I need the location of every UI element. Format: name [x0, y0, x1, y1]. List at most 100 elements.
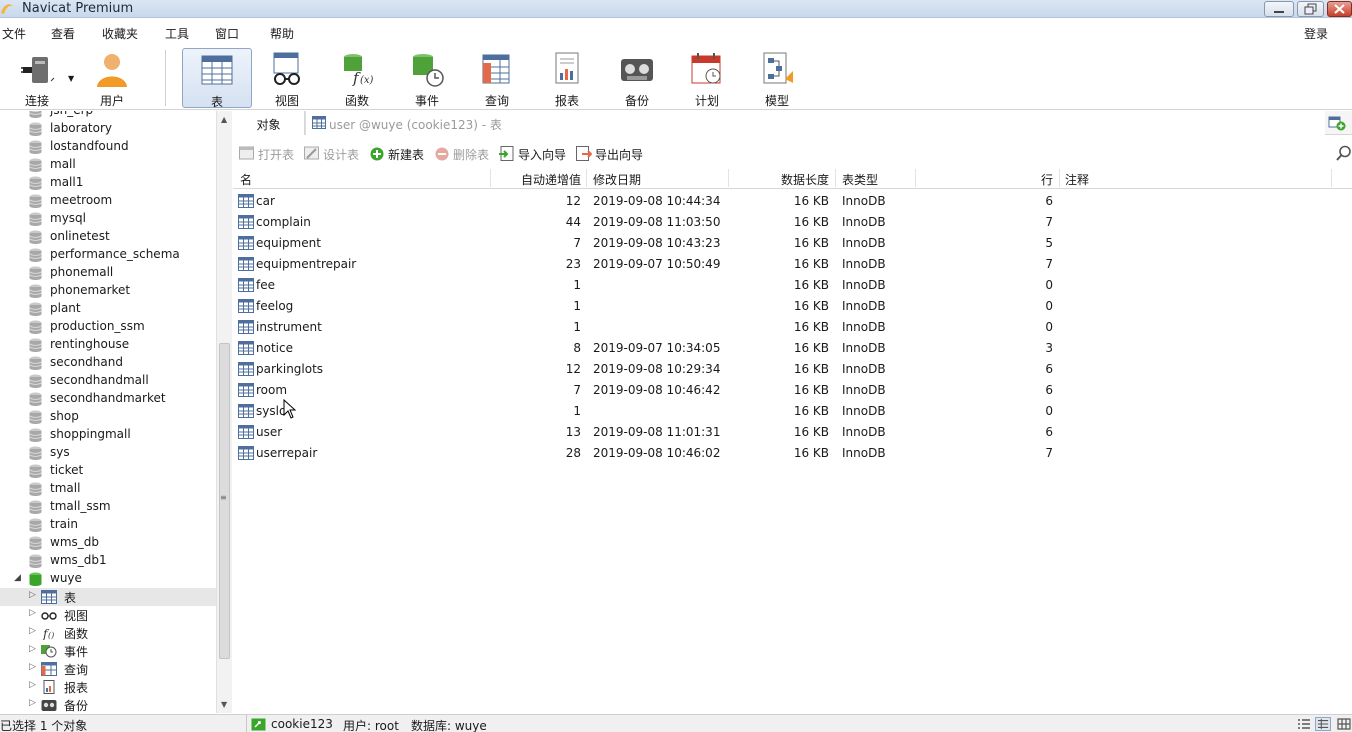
expand-arrow-icon[interactable]: ▷ — [29, 626, 36, 636]
column-divider[interactable] — [490, 169, 491, 187]
table-row[interactable]: complain 44 2019-09-08 11:03:50 16 KB InnoDB… — [233, 212, 1352, 233]
menu-tools[interactable]: 工具 — [165, 25, 189, 42]
table-row[interactable]: equipmentrepair 23 2019-09-07 10:50:49 16 K… — [233, 254, 1352, 275]
scroll-up-icon[interactable]: ▲ — [221, 115, 227, 124]
tab-current-table[interactable]: user @wuye (cookie123) - 表 — [305, 111, 1325, 135]
database-item[interactable]: laboratory — [0, 120, 216, 138]
tree-tables-node[interactable]: ▷ 表 — [0, 588, 216, 606]
column-divider[interactable] — [728, 169, 729, 187]
import-wizard-button[interactable]: 导入向导 — [499, 144, 571, 164]
views-button[interactable]: 视图 — [252, 48, 322, 108]
database-item[interactable]: secondhandmall — [0, 372, 216, 390]
backup-button[interactable]: 备份 — [602, 48, 672, 108]
expand-arrow-icon[interactable]: ▷ — [29, 608, 36, 618]
expand-arrow-icon[interactable]: ▷ — [29, 644, 36, 654]
database-item[interactable]: tmall — [0, 480, 216, 498]
tables-button[interactable]: 表 — [182, 48, 252, 109]
functions-button[interactable]: f (x) 函数 — [322, 48, 392, 108]
column-header-table-type[interactable]: 表类型 — [842, 171, 878, 188]
dropdown-arrow-icon[interactable]: ▼ — [68, 74, 74, 83]
scroll-down-icon[interactable]: ▼ — [221, 700, 227, 709]
design-table-button[interactable]: 设计表 — [304, 144, 366, 164]
database-item[interactable]: ticket — [0, 462, 216, 480]
expand-arrow-icon[interactable]: ▷ — [29, 680, 36, 690]
menu-view[interactable]: 查看 — [51, 25, 75, 42]
database-item[interactable]: train — [0, 516, 216, 534]
menu-help[interactable]: 帮助 — [270, 25, 294, 42]
collapse-arrow-icon[interactable]: ◢ — [14, 573, 21, 583]
column-header-data-length[interactable]: 数据长度 — [733, 171, 829, 188]
database-item[interactable]: plant — [0, 300, 216, 318]
database-item-open[interactable]: ◢ wuye — [0, 570, 216, 588]
column-divider[interactable] — [1331, 169, 1332, 187]
expand-arrow-icon[interactable]: ▷ — [29, 698, 36, 708]
tree-queries-node[interactable]: ▷ 查询 — [0, 660, 216, 678]
queries-button[interactable]: 查询 — [462, 48, 532, 108]
database-item[interactable]: wms_db1 — [0, 552, 216, 570]
tree-events-node[interactable]: ▷ 事件 — [0, 642, 216, 660]
export-wizard-button[interactable]: 导出向导 — [576, 144, 648, 164]
tab-objects[interactable]: 对象 — [233, 111, 305, 135]
events-button[interactable]: 事件 — [392, 48, 462, 108]
table-row[interactable]: parkinglots 12 2019-09-08 10:29:34 16 KB Inn… — [233, 359, 1352, 380]
database-item[interactable]: mall1 — [0, 174, 216, 192]
column-divider[interactable] — [586, 169, 587, 187]
column-header-rows[interactable]: 行 — [933, 171, 1053, 188]
reports-button[interactable]: 报表 — [532, 48, 602, 108]
table-row[interactable]: user 13 2019-09-08 11:01:31 16 KB InnoDB 6 — [233, 422, 1352, 443]
database-item[interactable]: meetroom — [0, 192, 216, 210]
restore-button[interactable] — [1297, 1, 1324, 17]
table-row[interactable]: feelog 1 16 KB InnoDB 0 — [233, 296, 1352, 317]
login-link[interactable]: 登录 — [1304, 25, 1328, 42]
table-row[interactable]: userrepair 28 2019-09-08 10:46:02 16 KB Inno… — [233, 443, 1352, 464]
database-item[interactable]: mysql — [0, 210, 216, 228]
tree-functions-node[interactable]: ▷ f () 函数 — [0, 624, 216, 642]
column-header-name[interactable]: 名 — [240, 171, 252, 188]
database-item[interactable]: mall — [0, 156, 216, 174]
new-tab-icon[interactable] — [1328, 115, 1346, 131]
database-item[interactable]: phonemall — [0, 264, 216, 282]
expand-arrow-icon[interactable]: ▷ — [29, 662, 36, 672]
menu-file[interactable]: 文件 — [2, 25, 26, 42]
database-item[interactable]: jsh_erp — [0, 111, 216, 120]
database-item[interactable]: secondhand — [0, 354, 216, 372]
new-table-button[interactable]: 新建表 — [369, 144, 431, 164]
column-divider[interactable] — [915, 169, 916, 187]
connection-button[interactable]: 连接 ▼ — [2, 48, 74, 108]
menu-window[interactable]: 窗口 — [215, 25, 239, 42]
table-row[interactable]: room 7 2019-09-08 10:46:42 16 KB InnoDB 6 — [233, 380, 1352, 401]
database-item[interactable]: rentinghouse — [0, 336, 216, 354]
navigation-tree[interactable]: jsh_erp laboratory lostandfound mall mall1 me… — [0, 111, 216, 713]
list-view-icon[interactable] — [1296, 717, 1312, 731]
column-header-modified[interactable]: 修改日期 — [593, 171, 641, 188]
database-item[interactable]: shop — [0, 408, 216, 426]
column-header-auto-increment[interactable]: 自动递增值 — [493, 171, 581, 188]
column-divider[interactable] — [1059, 169, 1060, 187]
delete-table-button[interactable]: 删除表 — [434, 144, 496, 164]
column-header-comment[interactable]: 注释 — [1065, 171, 1089, 188]
minimize-button[interactable] — [1264, 1, 1294, 17]
table-row[interactable]: fee 1 16 KB InnoDB 0 — [233, 275, 1352, 296]
database-item[interactable]: phonemarket — [0, 282, 216, 300]
tree-backups-node[interactable]: ▷ 备份 — [0, 696, 216, 713]
close-button[interactable] — [1327, 1, 1352, 17]
detail-view-icon[interactable] — [1315, 717, 1331, 731]
database-item[interactable]: tmall_ssm — [0, 498, 216, 516]
column-divider[interactable] — [835, 169, 836, 187]
table-row[interactable]: notice 8 2019-09-07 10:34:05 16 KB InnoDB 3 — [233, 338, 1352, 359]
sidebar-scrollbar[interactable]: ▲ ≡ ▼ — [216, 111, 232, 713]
database-item[interactable]: secondhandmarket — [0, 390, 216, 408]
expand-arrow-icon[interactable]: ▷ — [29, 590, 36, 600]
table-row[interactable]: car 12 2019-09-08 10:44:34 16 KB InnoDB 6 — [233, 191, 1352, 212]
model-button[interactable]: 模型 — [742, 48, 812, 108]
database-item[interactable]: wms_db — [0, 534, 216, 552]
tree-views-node[interactable]: ▷ 视图 — [0, 606, 216, 624]
database-item[interactable]: shoppingmall — [0, 426, 216, 444]
table-row[interactable]: instrument 1 16 KB InnoDB 0 — [233, 317, 1352, 338]
open-table-button[interactable]: 打开表 — [239, 144, 301, 164]
user-button[interactable]: 用户 — [77, 48, 147, 108]
menu-favorites[interactable]: 收藏夹 — [102, 25, 138, 42]
search-icon[interactable] — [1336, 145, 1352, 161]
database-item[interactable]: production_ssm — [0, 318, 216, 336]
table-row[interactable]: equipment 7 2019-09-08 10:43:23 16 KB InnoDB… — [233, 233, 1352, 254]
